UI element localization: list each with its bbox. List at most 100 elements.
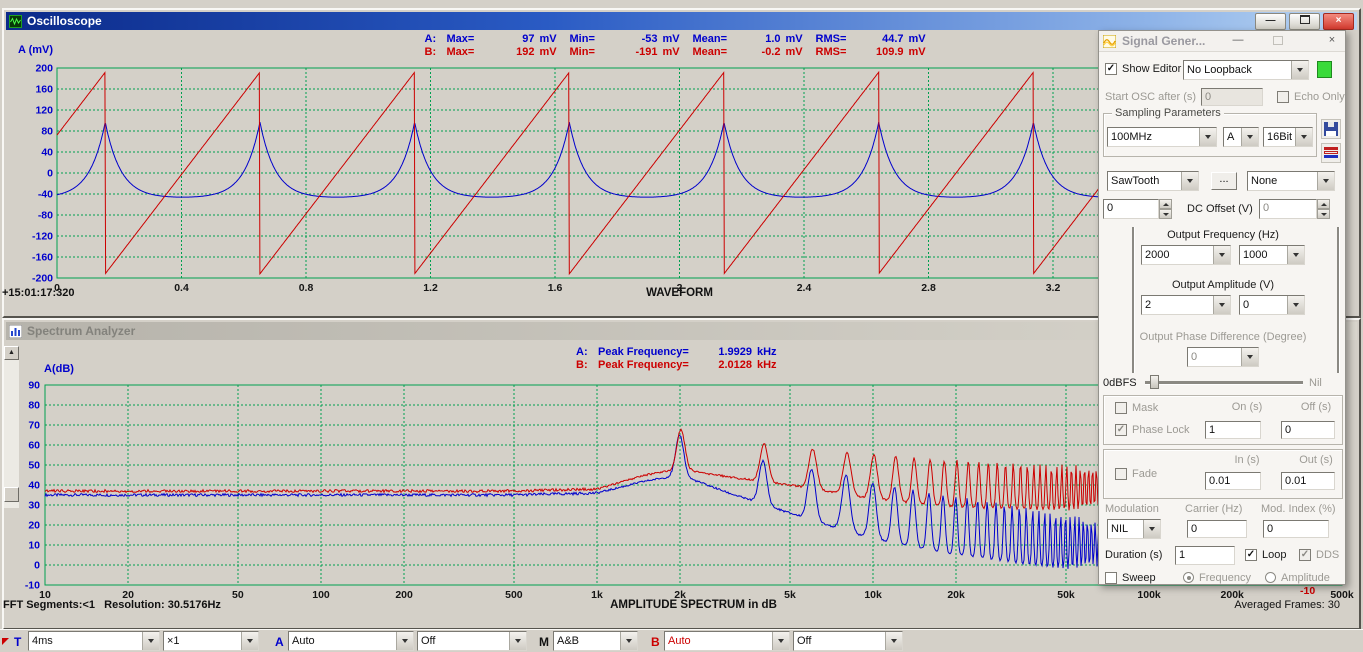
oscilloscope-titlebar[interactable]: Oscilloscope — × [6, 12, 1357, 30]
start-osc-input[interactable]: 0 [1201, 88, 1263, 106]
dropdown-arrow-icon[interactable] [396, 632, 413, 650]
dbfs-slider[interactable] [1145, 375, 1303, 389]
dropdown-arrow-icon[interactable] [509, 632, 526, 650]
duration-label: Duration (s) [1105, 549, 1162, 561]
sweep-amplitude-radio[interactable]: Amplitude [1265, 571, 1330, 584]
channel-mode-select[interactable]: A&B [553, 631, 638, 651]
a-coupling-select[interactable]: Off [417, 631, 527, 651]
dropdown-arrow-icon[interactable] [1287, 246, 1304, 264]
zoom-select[interactable]: ×1 [163, 631, 259, 651]
modulation-select[interactable]: NIL [1107, 519, 1161, 539]
stat-key: Mean= [693, 33, 735, 46]
dropdown-arrow-icon[interactable] [1199, 128, 1216, 146]
waveform-library-button[interactable] [1321, 143, 1341, 163]
amplitude-slider-b[interactable] [1335, 227, 1341, 373]
fade-checkbox[interactable]: Fade [1115, 467, 1157, 480]
slider-thumb[interactable] [1150, 375, 1159, 389]
dropdown-arrow-icon[interactable] [1287, 296, 1304, 314]
stat-unit: mV [535, 33, 570, 46]
dds-checkbox[interactable]: ✓ DDS [1299, 548, 1339, 561]
oscilloscope-title: Oscilloscope [27, 14, 102, 28]
maximize-icon [1273, 36, 1283, 45]
svg-text:90: 90 [28, 380, 40, 392]
spectrum-right-axis-label: -10 [1300, 585, 1315, 597]
sampling-rate-select[interactable]: 100MHz [1107, 127, 1217, 147]
checkmark-icon: ✓ [1117, 425, 1125, 435]
maximize-button[interactable] [1269, 33, 1287, 49]
mask-checkbox[interactable]: Mask [1115, 401, 1158, 414]
multi-instrument-app: Oscilloscope — × A: Max=97mV Min=-53mV M… [0, 0, 1363, 652]
waveform-b-select[interactable]: None [1247, 171, 1335, 191]
dropdown-arrow-icon[interactable] [885, 632, 902, 650]
close-button[interactable]: × [1323, 33, 1341, 49]
dropdown-arrow-icon[interactable] [142, 632, 159, 650]
trigger-marker-icon[interactable] [2, 638, 9, 645]
scrollbar-up-arrow-icon[interactable]: ▲ [4, 346, 19, 360]
spin-down-icon[interactable] [1159, 209, 1172, 219]
spin-down-icon[interactable] [1317, 209, 1330, 219]
a-gain-select[interactable]: Auto [288, 631, 414, 651]
b-gain-select[interactable]: Auto [664, 631, 790, 651]
dc-offset-b-input[interactable]: 0 [1259, 199, 1317, 219]
maximize-button[interactable] [1289, 13, 1320, 30]
loop-checkbox[interactable]: ✓ Loop [1245, 548, 1286, 561]
sampling-channel-select[interactable]: A [1223, 127, 1259, 147]
echo-only-checkbox[interactable]: Echo Only [1277, 90, 1345, 103]
dropdown-arrow-icon[interactable] [620, 632, 637, 650]
amplitude-slider-a[interactable] [1130, 227, 1136, 373]
close-button[interactable]: × [1323, 13, 1354, 30]
signal-generator-titlebar[interactable]: Signal Gener... — × [1099, 31, 1345, 52]
stat-key: Mean= [693, 46, 735, 59]
waveform-a-select[interactable]: SawTooth [1107, 171, 1199, 191]
minimize-button[interactable]: — [1229, 33, 1247, 49]
spin-up-icon[interactable] [1317, 199, 1330, 209]
sweep-checkbox[interactable]: Sweep [1105, 571, 1156, 584]
sweep-time-select[interactable]: 4ms [28, 631, 160, 651]
dropdown-arrow-icon[interactable] [1143, 520, 1160, 538]
dropdown-arrow-icon[interactable] [1295, 128, 1312, 146]
duration-input[interactable]: 1 [1175, 546, 1235, 565]
amplitude-a-select[interactable]: 2 [1141, 295, 1231, 315]
dc-offset-a-spinner[interactable] [1159, 199, 1172, 219]
mod-index-input[interactable]: 0 [1263, 520, 1329, 538]
checkbox-box: ✓ [1299, 549, 1311, 561]
spin-up-icon[interactable] [1159, 199, 1172, 209]
dropdown-arrow-icon[interactable] [1291, 61, 1308, 79]
dc-offset-a-input[interactable]: 0 [1103, 199, 1159, 219]
dropdown-arrow-icon[interactable] [772, 632, 789, 650]
stat-channel: B: [425, 46, 447, 59]
stat-key: Peak Frequency= [598, 346, 706, 359]
frequency-a-select[interactable]: 2000 [1141, 245, 1231, 265]
dropdown-arrow-icon[interactable] [1241, 348, 1258, 366]
carrier-input[interactable]: 0 [1187, 520, 1247, 538]
phase-lock-off-input[interactable]: 0 [1281, 421, 1335, 439]
sampling-bits-select[interactable]: 16Bit [1263, 127, 1313, 147]
dropdown-arrow-icon[interactable] [1213, 246, 1230, 264]
fade-in-input[interactable]: 0.01 [1205, 472, 1261, 490]
amplitude-b-select[interactable]: 0 [1239, 295, 1305, 315]
dc-offset-b-spinner[interactable] [1317, 199, 1330, 219]
frequency-b-value: 1000 [1240, 246, 1287, 264]
show-editor-checkbox[interactable]: ✓ Show Editor [1105, 62, 1181, 75]
b-coupling-select[interactable]: Off [793, 631, 903, 651]
oscilloscope-icon [9, 14, 23, 28]
dropdown-arrow-icon[interactable] [1241, 128, 1258, 146]
dropdown-arrow-icon[interactable] [1213, 296, 1230, 314]
phase-select[interactable]: 0 [1187, 347, 1259, 367]
dropdown-arrow-icon[interactable] [1181, 172, 1198, 190]
show-editor-label: Show Editor [1122, 63, 1181, 75]
loopback-indicator[interactable] [1317, 61, 1332, 78]
phase-lock-checkbox[interactable]: ✓ Phase Lock [1115, 423, 1189, 436]
loopback-select[interactable]: No Loopback [1183, 60, 1309, 80]
phase-lock-on-input[interactable]: 1 [1205, 421, 1261, 439]
dropdown-arrow-icon[interactable] [241, 632, 258, 650]
sweep-frequency-radio[interactable]: Frequency [1183, 571, 1251, 584]
save-button[interactable] [1321, 119, 1341, 139]
fade-out-input[interactable]: 0.01 [1281, 472, 1335, 490]
stat-key: Min= [570, 46, 612, 59]
zoom-value: ×1 [164, 632, 241, 650]
frequency-b-select[interactable]: 1000 [1239, 245, 1305, 265]
dropdown-arrow-icon[interactable] [1317, 172, 1334, 190]
more-waveforms-button[interactable]: ... [1211, 172, 1237, 190]
minimize-button[interactable]: — [1255, 13, 1286, 30]
